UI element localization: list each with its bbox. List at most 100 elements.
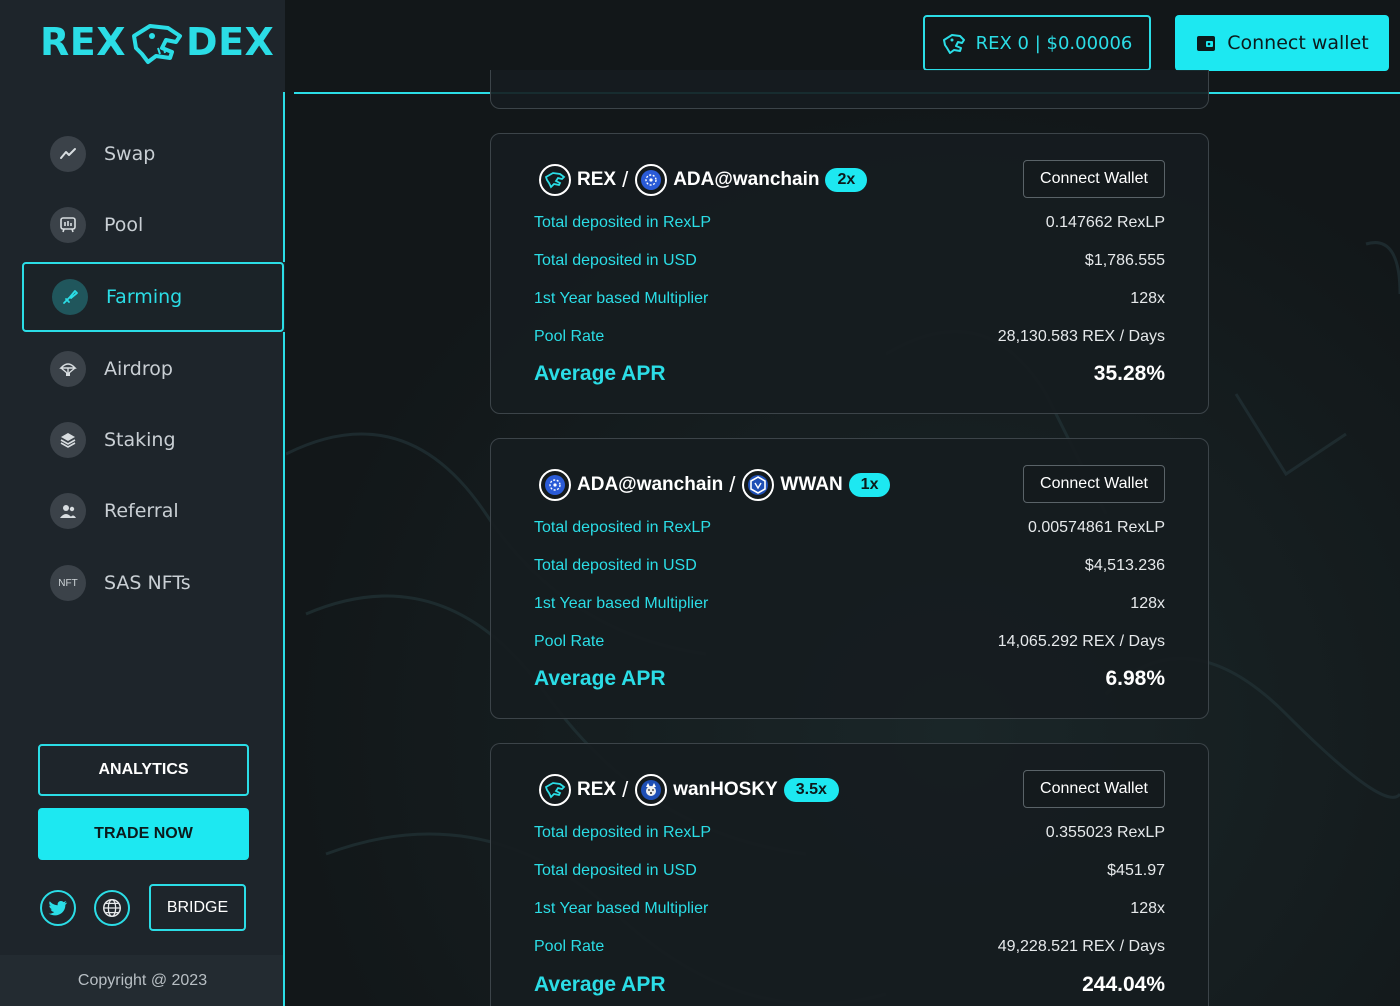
stat-row-pool-rate: Pool Rate 14,065.292 REX / Days — [534, 630, 1165, 654]
logo[interactable]: REX DEX — [40, 18, 274, 66]
ada-token-icon — [635, 164, 668, 196]
connect-wallet-button[interactable]: Connect Wallet — [1023, 465, 1165, 503]
connect-wallet-button[interactable]: Connect Wallet — [1023, 160, 1165, 198]
pair-separator: / — [622, 777, 629, 802]
farming-icon — [52, 279, 88, 315]
rex-price-badge[interactable]: REX 0 | $0.00006 — [923, 15, 1151, 71]
stat-value: 6.98% — [1105, 667, 1165, 690]
stat-row-deposited-lp: Total deposited in RexLP 0.00574861 RexLP — [534, 516, 1165, 540]
pair-separator: / — [622, 167, 629, 192]
token-a-name: REX — [577, 779, 617, 800]
stat-row-multiplier: 1st Year based Multiplier 128x — [534, 287, 1165, 311]
twitter-link[interactable] — [40, 890, 76, 926]
users-icon — [50, 493, 86, 529]
rex-token-icon — [539, 774, 571, 806]
sidebar-item-label: Airdrop — [104, 358, 173, 380]
nft-icon-text: NFT — [58, 577, 78, 589]
frame-line — [283, 92, 285, 262]
stat-row-deposited-lp: Total deposited in RexLP 0.147662 RexLP — [534, 211, 1165, 235]
connect-wallet-label: Connect wallet — [1227, 32, 1369, 54]
farm-pair: REX / ADA@wanchain 2x — [539, 164, 868, 196]
multiplier-badge: 2x — [825, 168, 868, 192]
stat-value: 0.355023 RexLP — [1045, 824, 1165, 841]
token-a-name: REX — [577, 169, 617, 190]
website-link[interactable] — [94, 890, 130, 926]
stat-row-apr: Average APR 6.98% — [534, 667, 1165, 691]
sidebar-item-airdrop[interactable]: Airdrop — [22, 334, 284, 404]
stat-row-deposited-usd: Total deposited in USD $1,786.555 — [534, 249, 1165, 273]
sidebar-item-pool[interactable]: Pool — [22, 190, 284, 260]
sidebar-item-swap[interactable]: Swap — [22, 119, 284, 189]
stat-value: 0.00574861 RexLP — [1028, 519, 1165, 536]
sidebar-item-farming[interactable]: Farming — [22, 262, 284, 332]
bridge-button[interactable]: BRIDGE — [149, 884, 246, 931]
stat-row-apr: Average APR 244.04% — [534, 973, 1165, 997]
rex-price-text: REX 0 | $0.00006 — [975, 32, 1133, 54]
pair-separator: / — [729, 472, 736, 497]
logo-rex-text: REX — [40, 20, 127, 64]
stat-label: Total deposited in USD — [534, 252, 697, 269]
stat-row-multiplier: 1st Year based Multiplier 128x — [534, 897, 1165, 921]
stat-label: 1st Year based Multiplier — [534, 290, 709, 307]
connect-wallet-button[interactable]: Connect wallet — [1175, 15, 1389, 71]
chart-line-icon — [50, 136, 86, 172]
farm-card: REX / ADA@wanchain 2x Connect Wallet Tot… — [490, 133, 1209, 414]
farm-pair: REX / wanHOSKY 3.5x — [539, 774, 839, 806]
stat-label: Pool Rate — [534, 633, 605, 650]
logo-dex-text: DEX — [186, 20, 275, 64]
sidebar-item-label: Referral — [104, 500, 179, 522]
stat-label: 1st Year based Multiplier — [534, 900, 709, 917]
stat-value: 49,228.521 REX / Days — [997, 938, 1165, 955]
stat-label: Total deposited in RexLP — [534, 519, 711, 536]
sidebar-item-label: Staking — [104, 429, 176, 451]
dino-skull-icon — [132, 24, 183, 64]
sidebar-item-referral[interactable]: Referral — [22, 476, 284, 546]
stat-value: 35.28% — [1093, 362, 1165, 385]
stat-value: $451.97 — [1107, 862, 1165, 879]
stat-label: Total deposited in RexLP — [534, 214, 711, 231]
sidebar-item-sas-nfts[interactable]: NFT SAS NFTs — [22, 548, 284, 618]
stat-label: Average APR — [534, 667, 666, 690]
stat-value: $1,786.555 — [1084, 252, 1165, 269]
wanhosky-token-icon — [635, 774, 668, 806]
trade-now-button[interactable]: TRADE NOW — [38, 808, 249, 860]
stat-label: Pool Rate — [534, 328, 605, 345]
twitter-icon — [48, 901, 68, 916]
wallet-icon — [1197, 36, 1216, 51]
parachute-icon — [50, 351, 86, 387]
globe-icon — [103, 899, 121, 917]
sidebar-item-staking[interactable]: Staking — [22, 405, 284, 475]
frame-line — [283, 332, 285, 1006]
ada-token-icon — [539, 469, 571, 501]
token-b-name: ADA@wanchain — [673, 169, 820, 190]
connect-wallet-button[interactable]: Connect Wallet — [1023, 770, 1165, 808]
dino-skull-icon — [942, 34, 965, 54]
nft-icon: NFT — [50, 565, 86, 601]
sidebar-item-label: Farming — [106, 286, 183, 308]
token-b-name: WWAN — [780, 474, 843, 495]
stat-row-deposited-usd: Total deposited in USD $451.97 — [534, 859, 1165, 883]
stat-label: Average APR — [534, 973, 666, 996]
sidebar-item-label: Swap — [104, 143, 156, 165]
farm-card-partial — [490, 70, 1209, 109]
stat-label: 1st Year based Multiplier — [534, 595, 709, 612]
stat-value: 128x — [1130, 595, 1165, 612]
stat-label: Total deposited in RexLP — [534, 824, 711, 841]
pool-icon — [50, 207, 86, 243]
token-b-name: wanHOSKY — [673, 779, 778, 800]
multiplier-badge: 3.5x — [783, 778, 839, 802]
stat-row-multiplier: 1st Year based Multiplier 128x — [534, 592, 1165, 616]
layers-icon — [50, 422, 86, 458]
stat-value: 128x — [1130, 290, 1165, 307]
sidebar-item-label: SAS NFTs — [104, 572, 191, 594]
copyright: Copyright @ 2023 — [0, 955, 285, 1006]
stat-row-deposited-usd: Total deposited in USD $4,513.236 — [534, 554, 1165, 578]
farm-pair: ADA@wanchain / WWAN 1x — [539, 469, 891, 501]
sidebar-item-label: Pool — [104, 214, 144, 236]
analytics-button[interactable]: ANALYTICS — [38, 744, 249, 796]
wwan-token-icon — [742, 469, 775, 501]
token-a-name: ADA@wanchain — [577, 474, 724, 495]
stat-value: $4,513.236 — [1084, 557, 1165, 574]
stat-value: 14,065.292 REX / Days — [997, 633, 1165, 650]
rex-token-icon — [539, 164, 571, 196]
